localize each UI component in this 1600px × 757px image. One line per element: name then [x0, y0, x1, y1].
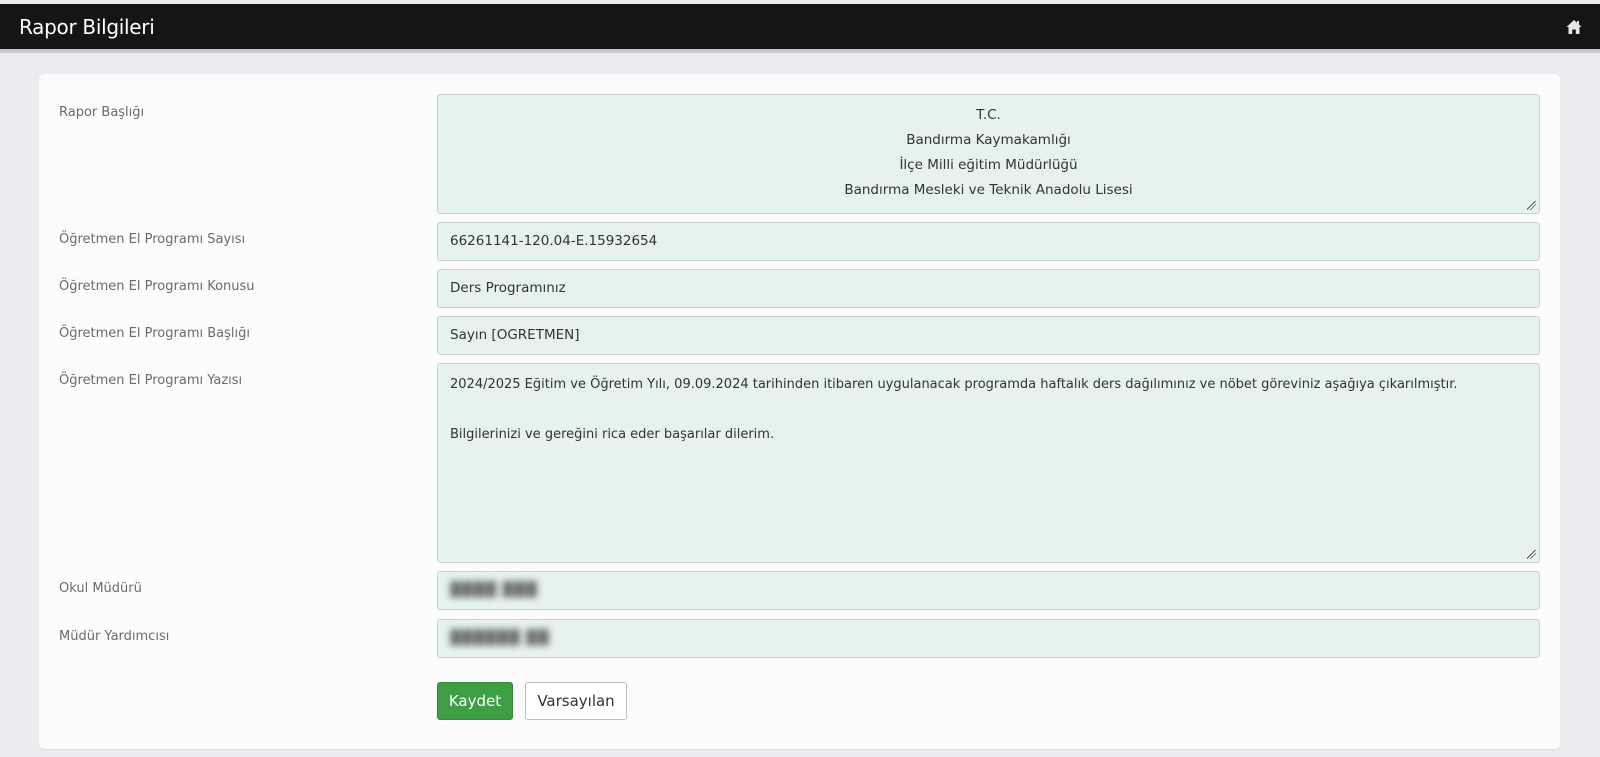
default-button[interactable]: Varsayılan	[525, 682, 627, 720]
rapor-basligi-line: İlçe Milli eğitim Müdürlüğü	[899, 157, 1078, 173]
yazi-textarea[interactable]: 2024/2025 Eğitim ve Öğretim Yılı, 09.09.…	[437, 363, 1540, 563]
sayi-input[interactable]: 66261141-120.04-E.15932654	[437, 222, 1540, 261]
yazi-line: Bilgilerinizi ve gereğini rica eder başa…	[450, 427, 775, 442]
rapor-basligi-line: T.C.	[976, 107, 1001, 123]
mudur-yardimcisi-input[interactable]: ▓▓▓▓▓▓ ▓▓	[437, 619, 1540, 658]
redacted-value: ▓▓▓▓▓▓ ▓▓	[450, 630, 550, 646]
resize-handle-icon[interactable]	[1527, 550, 1536, 559]
yazi-line	[450, 397, 1527, 422]
redacted-value: ▓▓▓▓ ▓▓▓	[450, 582, 538, 598]
yazi-line: 2024/2025 Eğitim ve Öğretim Yılı, 09.09.…	[450, 377, 1458, 392]
resize-handle-icon[interactable]	[1527, 201, 1536, 210]
rapor-basligi-line: Bandırma Kaymakamlığı	[906, 132, 1071, 148]
top-bar: Rapor Bilgileri	[0, 4, 1600, 53]
rapor-basligi-textarea[interactable]: T.C. Bandırma Kaymakamlığı İlçe Milli eğ…	[437, 94, 1540, 214]
rapor-basligi-line: Bandırma Mesleki ve Teknik Anadolu Lises…	[844, 182, 1133, 198]
page-title: Rapor Bilgileri	[19, 14, 155, 39]
konu-label: Öğretmen El Programı Konusu	[59, 279, 255, 294]
yazi-label: Öğretmen El Programı Yazısı	[59, 373, 243, 388]
baslik-label: Öğretmen El Programı Başlığı	[59, 326, 250, 341]
okul-muduru-input[interactable]: ▓▓▓▓ ▓▓▓	[437, 571, 1540, 610]
save-button[interactable]: Kaydet	[437, 682, 513, 720]
baslik-input[interactable]: Sayın [OGRETMEN]	[437, 316, 1540, 355]
okul-muduru-label: Okul Müdürü	[59, 581, 142, 596]
rapor-basligi-label: Rapor Başlığı	[59, 105, 145, 120]
sayi-label: Öğretmen El Programı Sayısı	[59, 232, 246, 247]
mudur-yardimcisi-label: Müdür Yardımcısı	[59, 629, 170, 644]
konu-input[interactable]: Ders Programınız	[437, 269, 1540, 308]
home-icon[interactable]	[1566, 19, 1582, 35]
